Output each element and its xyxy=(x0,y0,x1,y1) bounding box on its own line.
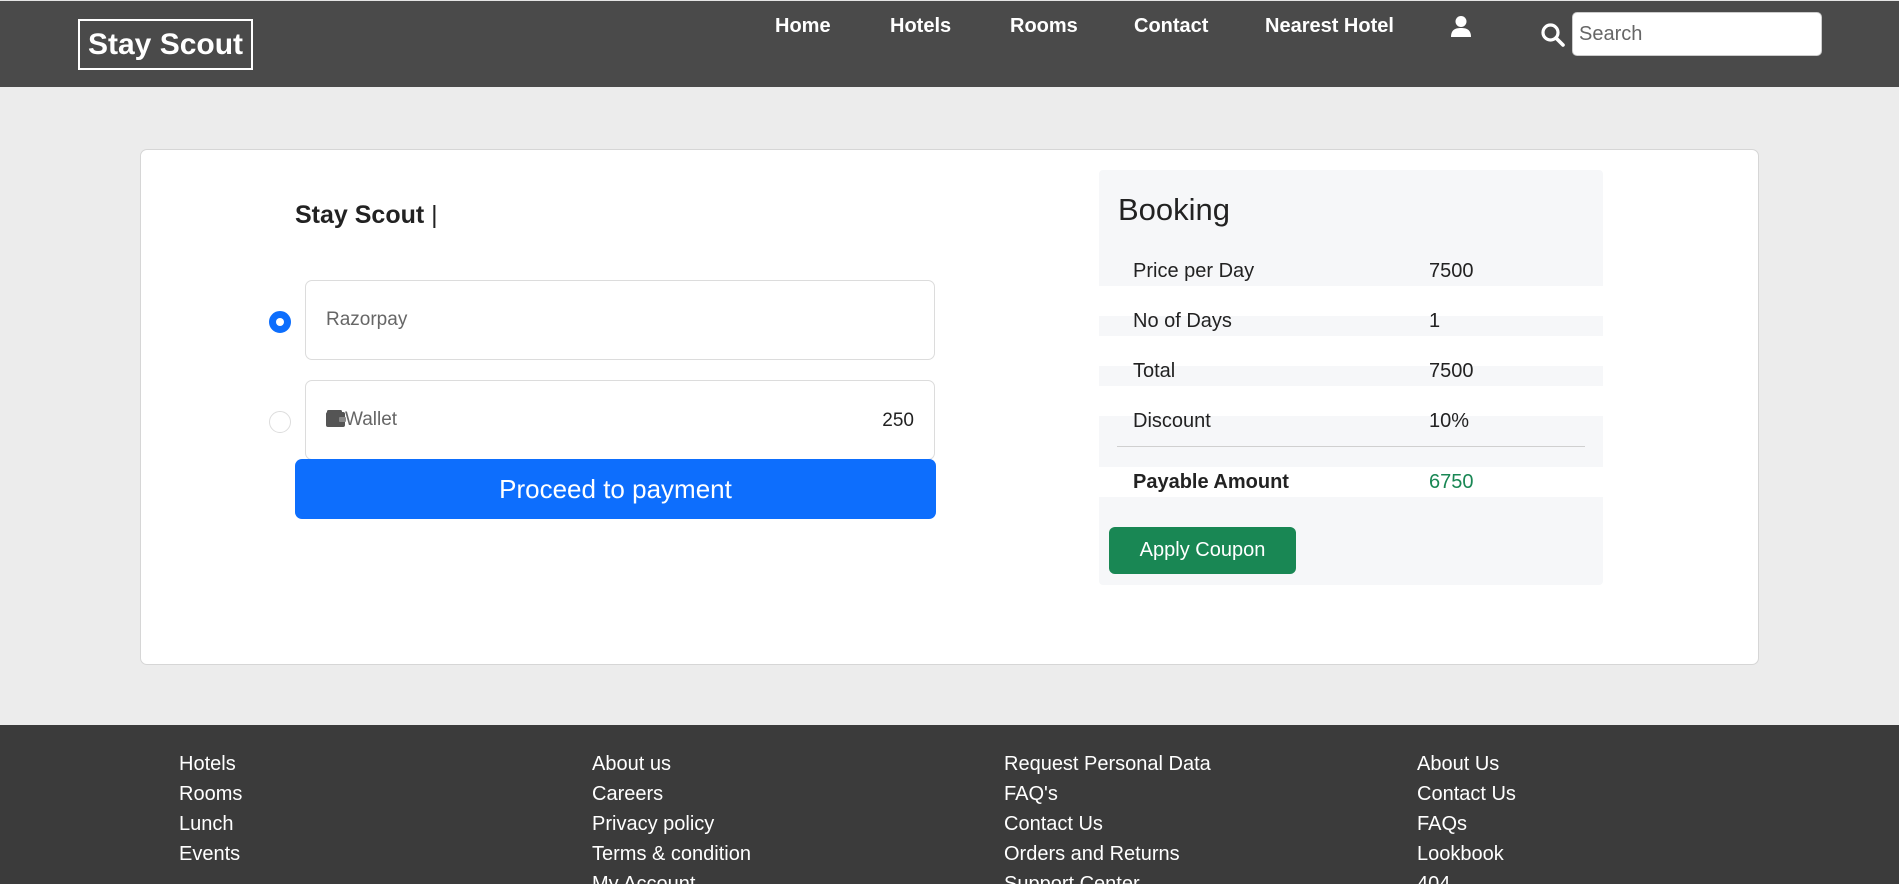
booking-label: Price per Day xyxy=(1133,260,1255,282)
wallet-icon xyxy=(326,410,346,427)
footer-link[interactable]: Request Personal Data xyxy=(1004,749,1211,779)
razorpay-label: Razorpay xyxy=(326,309,408,330)
booking-divider xyxy=(1117,446,1585,447)
footer-link[interactable]: Hotels xyxy=(179,749,242,779)
booking-row-total: Total 7500 xyxy=(1099,356,1603,386)
footer-column-4: About Us Contact Us FAQs Lookbook 404 xyxy=(1417,749,1516,884)
nav-nearest-hotel[interactable]: Nearest Hotel xyxy=(1265,15,1394,38)
footer-column-3: Request Personal Data FAQ's Contact Us O… xyxy=(1004,749,1211,884)
booking-row-discount: Discount 10% xyxy=(1099,406,1603,436)
brand-logo[interactable]: Stay Scout xyxy=(78,19,254,70)
booking-value: 7500 xyxy=(1429,360,1474,382)
payable-value: 6750 xyxy=(1429,471,1474,493)
footer-link[interactable]: My Account xyxy=(592,869,751,884)
title-cursor: | xyxy=(431,201,438,229)
search-icon[interactable] xyxy=(1540,22,1566,48)
footer: Hotels Rooms Lunch Events About us Caree… xyxy=(0,725,1899,884)
booking-label: Discount xyxy=(1133,410,1211,432)
booking-value: 10% xyxy=(1429,410,1470,432)
payable-label: Payable Amount xyxy=(1133,471,1289,493)
booking-label: Total xyxy=(1133,360,1176,382)
wallet-label: Wallet xyxy=(345,409,398,430)
booking-row-price: Price per Day 7500 xyxy=(1099,256,1603,286)
razorpay-radio[interactable] xyxy=(269,311,291,333)
footer-link[interactable]: About Us xyxy=(1417,749,1516,779)
nav-contact[interactable]: Contact xyxy=(1134,15,1208,38)
footer-link[interactable]: Orders and Returns xyxy=(1004,839,1211,869)
booking-summary: Booking Price per Day 7500 No of Days 1 … xyxy=(1099,170,1603,585)
search-input[interactable] xyxy=(1572,12,1822,56)
razorpay-option[interactable]: Razorpay xyxy=(305,280,935,360)
footer-link[interactable]: Lunch xyxy=(179,809,242,839)
user-icon[interactable] xyxy=(1450,15,1472,39)
booking-row-days: No of Days 1 xyxy=(1099,306,1603,336)
wallet-option[interactable]: Wallet 250 xyxy=(305,380,935,460)
proceed-to-payment-button[interactable]: Proceed to payment xyxy=(295,459,936,519)
footer-column-1: Hotels Rooms Lunch Events xyxy=(179,749,242,869)
payment-title: Stay Scout | xyxy=(295,201,438,229)
footer-link[interactable]: About us xyxy=(592,749,751,779)
footer-link[interactable]: FAQs xyxy=(1417,809,1516,839)
payment-card: Stay Scout | Razorpay Wallet 250 Proceed… xyxy=(140,149,1759,665)
footer-link[interactable]: Support Center xyxy=(1004,869,1211,884)
nav-rooms[interactable]: Rooms xyxy=(1010,15,1078,38)
footer-link[interactable]: Rooms xyxy=(179,779,242,809)
footer-link[interactable]: Privacy policy xyxy=(592,809,751,839)
footer-link[interactable]: Lookbook xyxy=(1417,839,1516,869)
footer-link[interactable]: Contact Us xyxy=(1004,809,1211,839)
footer-link[interactable]: Careers xyxy=(592,779,751,809)
booking-label: No of Days xyxy=(1133,310,1232,332)
footer-link[interactable]: 404 xyxy=(1417,869,1516,884)
wallet-radio[interactable] xyxy=(269,411,291,433)
apply-coupon-button[interactable]: Apply Coupon xyxy=(1109,527,1296,574)
footer-column-2: About us Careers Privacy policy Terms & … xyxy=(592,749,751,884)
wallet-amount: 250 xyxy=(882,410,914,431)
nav-hotels[interactable]: Hotels xyxy=(890,15,951,38)
footer-link[interactable]: Terms & condition xyxy=(592,839,751,869)
booking-title: Booking xyxy=(1118,192,1231,227)
navbar: Stay Scout Home Hotels Rooms Contact Nea… xyxy=(0,0,1899,87)
booking-value: 7500 xyxy=(1429,260,1474,282)
footer-link[interactable]: FAQ's xyxy=(1004,779,1211,809)
footer-link[interactable]: Events xyxy=(179,839,242,869)
nav-home[interactable]: Home xyxy=(775,15,831,38)
booking-value: 1 xyxy=(1429,310,1441,332)
footer-link[interactable]: Contact Us xyxy=(1417,779,1516,809)
booking-row-payable: Payable Amount 6750 xyxy=(1099,467,1603,497)
